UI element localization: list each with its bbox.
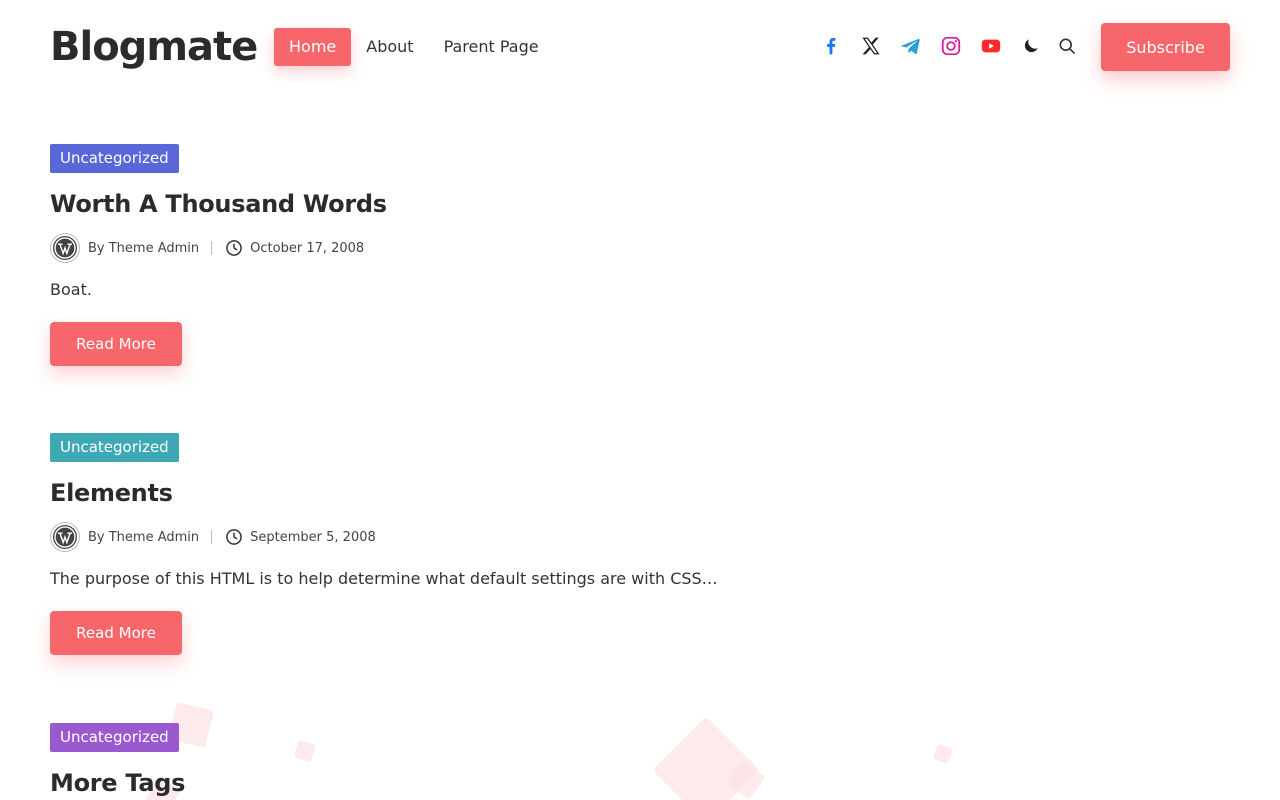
- post-meta: By Theme Admin September 5, 2008: [50, 522, 750, 552]
- telegram-icon[interactable]: [898, 33, 924, 59]
- post-meta: By Theme Admin October 17, 2008: [50, 233, 750, 263]
- site-logo[interactable]: Blogmate: [50, 21, 258, 73]
- primary-nav: Home About Parent Page: [274, 28, 554, 66]
- post-title[interactable]: Elements: [50, 477, 750, 509]
- nav-item-home[interactable]: Home: [274, 28, 352, 66]
- post-title[interactable]: More Tags: [50, 767, 750, 799]
- author-avatar-wordpress-icon[interactable]: [50, 233, 80, 263]
- x-icon[interactable]: [858, 33, 884, 59]
- read-more-button[interactable]: Read More: [50, 322, 182, 366]
- post-author[interactable]: By Theme Admin: [88, 241, 199, 256]
- nav-item-about[interactable]: About: [351, 28, 428, 66]
- author-avatar-wordpress-icon[interactable]: [50, 522, 80, 552]
- post-excerpt: Boat.: [50, 280, 92, 299]
- clock-icon: [224, 527, 244, 547]
- post-title[interactable]: Worth A Thousand Words: [50, 188, 750, 220]
- nav-item-parent-page[interactable]: Parent Page: [429, 28, 554, 66]
- category-badge[interactable]: Uncategorized: [50, 433, 179, 462]
- social-links: [818, 33, 1080, 59]
- post-card: Uncategorized More Tags: [50, 723, 750, 799]
- post-author[interactable]: By Theme Admin: [88, 530, 199, 545]
- subscribe-button[interactable]: Subscribe: [1101, 23, 1230, 71]
- post-card: Uncategorized Worth A Thousand Words By …: [50, 144, 750, 366]
- dark-mode-toggle-icon[interactable]: [1018, 33, 1044, 59]
- decorative-shape: [932, 743, 954, 765]
- search-icon[interactable]: [1054, 33, 1080, 59]
- page: Blogmate Home About Parent Page Subscrib…: [0, 0, 1280, 800]
- post-excerpt: The purpose of this HTML is to help dete…: [50, 569, 718, 588]
- meta-divider: [211, 530, 213, 544]
- category-badge[interactable]: Uncategorized: [50, 723, 179, 752]
- post-date[interactable]: October 17, 2008: [250, 241, 364, 256]
- youtube-icon[interactable]: [978, 33, 1004, 59]
- post-date[interactable]: September 5, 2008: [250, 530, 376, 545]
- instagram-icon[interactable]: [938, 33, 964, 59]
- clock-icon: [224, 238, 244, 258]
- category-badge[interactable]: Uncategorized: [50, 144, 179, 173]
- meta-divider: [211, 241, 213, 255]
- facebook-icon[interactable]: [818, 33, 844, 59]
- post-card: Uncategorized Elements By Theme Admin Se…: [50, 433, 750, 655]
- read-more-button[interactable]: Read More: [50, 611, 182, 655]
- site-header: Blogmate Home About Parent Page Subscrib…: [0, 0, 1280, 94]
